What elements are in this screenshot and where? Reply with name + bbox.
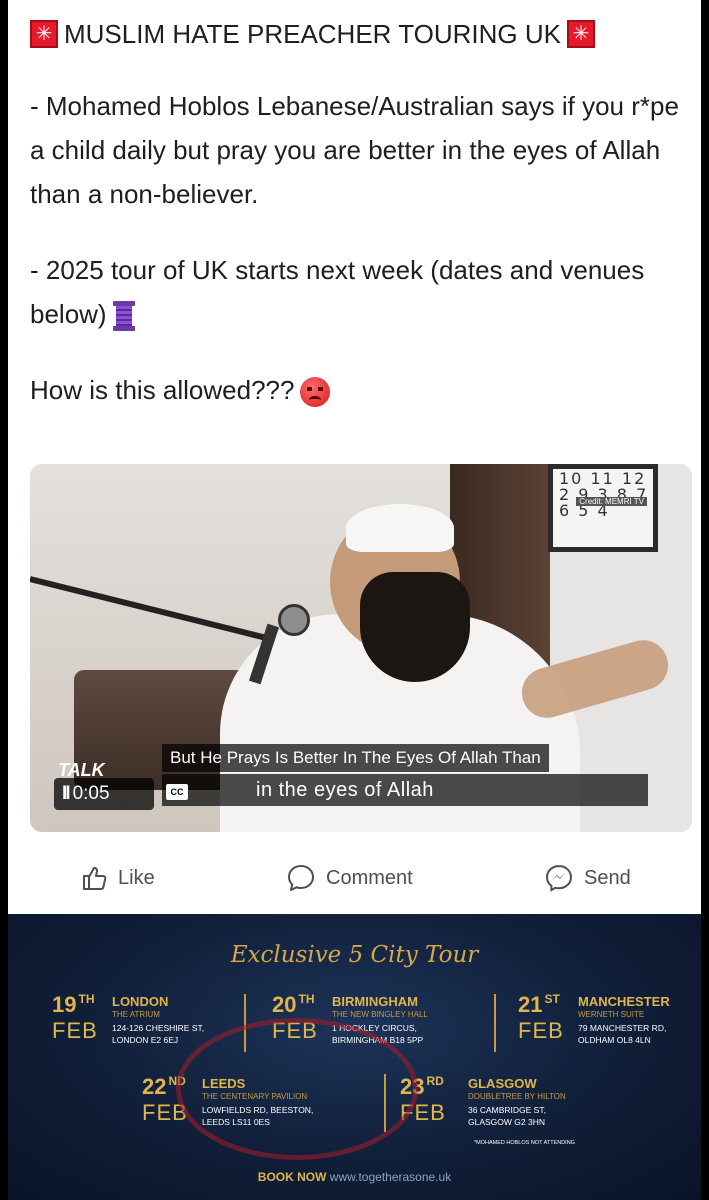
day-suffix: ST	[544, 992, 560, 1006]
tour-month: FEB	[52, 1018, 98, 1043]
play-pause-button[interactable]: II 0:05	[54, 778, 154, 810]
wall-clock: 10 11 12 2 9 3 8 7 6 5 4 Credit: MEMRI T…	[548, 464, 658, 552]
like-label: Like	[118, 866, 155, 889]
clock-digits: 10 11 12 2 9 3 8 7 6 5 4	[559, 469, 649, 520]
microphone-head	[278, 604, 310, 636]
comment-label: Comment	[326, 866, 413, 889]
post-actions: Like Comment Send	[8, 850, 701, 906]
day-suffix: RD	[426, 1074, 444, 1088]
book-url: www.togetherasone.uk	[329, 1170, 452, 1184]
address-line: 79 MANCHESTER RD,	[578, 1023, 667, 1033]
book-now-label: BOOK NOW	[257, 1170, 327, 1184]
send-button[interactable]: Send	[544, 860, 631, 896]
post-headline: MUSLIM HATE PREACHER TOURING UK	[30, 14, 690, 54]
comment-bubble-icon	[288, 865, 314, 891]
attendance-note: *MOHAMED HOBLOS NOT ATTENDING	[474, 1140, 575, 1146]
post-text: MUSLIM HATE PREACHER TOURING UK - Mohame…	[30, 14, 690, 444]
speaker-beard	[360, 572, 470, 682]
city-name: BIRMINGHAM	[332, 994, 418, 1009]
day-number: 22	[142, 1074, 167, 1099]
subtitle-top: But He Prays Is Better In The Eyes Of Al…	[162, 744, 549, 772]
video-credit: Credit: MEMRI TV	[576, 497, 647, 506]
venue-address: 124-126 CHESHIRE ST, LONDON E2 6EJ	[112, 1022, 204, 1046]
poster-title: Exclusive 5 City Tour	[230, 942, 479, 968]
like-button[interactable]: Like	[80, 860, 155, 896]
day-number: 20	[272, 992, 297, 1017]
pause-icon[interactable]: II	[62, 778, 70, 810]
venue-address: 79 MANCHESTER RD, OLDHAM OL8 4LN	[578, 1022, 666, 1046]
tour-month: FEB	[518, 1018, 564, 1043]
speaker-cap	[346, 504, 454, 552]
address-line: OLDHAM OL8 4LN	[578, 1035, 651, 1045]
city-name: MANCHESTER	[578, 994, 670, 1009]
day-number: 21	[518, 992, 543, 1017]
police-light-icon	[566, 20, 595, 48]
address-line: GLASGOW G2 3HN	[468, 1117, 545, 1127]
subtitle-bottom: in the eyes of Allah	[162, 774, 648, 806]
divider	[494, 994, 496, 1052]
city-name: LONDON	[112, 994, 169, 1009]
messenger-icon	[545, 864, 573, 892]
post-paragraph-3: How is this allowed???	[30, 368, 690, 412]
video-player[interactable]: 10 11 12 2 9 3 8 7 6 5 4 Credit: MEMRI T…	[30, 464, 692, 832]
day-suffix: TH	[298, 992, 315, 1006]
tour-day: 20 TH	[272, 992, 314, 1018]
mic-stand	[30, 576, 274, 643]
book-now: BOOK NOW www.togetherasone.uk	[8, 1170, 701, 1184]
thread-spool-icon	[112, 301, 135, 332]
channel-logo: TALK	[58, 760, 105, 780]
post-paragraph-2: - 2025 tour of UK starts next week (date…	[30, 248, 690, 336]
city-name: GLASGOW	[468, 1076, 537, 1091]
comment-button[interactable]: Comment	[286, 860, 413, 896]
post-card: MUSLIM HATE PREACHER TOURING UK - Mohame…	[8, 0, 701, 1200]
address-line: 124-126 CHESHIRE ST,	[112, 1023, 205, 1033]
captions-button[interactable]: CC	[166, 784, 188, 800]
post-paragraph-1: - Mohamed Hoblos Lebanese/Australian say…	[30, 91, 679, 209]
thumbs-up-icon	[83, 867, 107, 890]
send-label: Send	[584, 866, 631, 889]
address-line: 36 CAMBRIDGE ST,	[468, 1105, 546, 1115]
tour-day: 21 ST	[518, 992, 560, 1018]
venue-name: THE ATRIUM	[112, 1010, 160, 1019]
venue-name: DOUBLETREE BY HILTON	[468, 1092, 566, 1101]
tour-poster: Exclusive 5 City Tour 19 TH FEB LONDON TH…	[8, 914, 701, 1200]
venue-address: 36 CAMBRIDGE ST, GLASGOW G2 3HN	[468, 1104, 546, 1128]
day-suffix: TH	[78, 992, 95, 1006]
venue-name: WERNETH SUITE	[578, 1010, 645, 1019]
post-paragraph-3-text: How is this allowed???	[30, 375, 295, 405]
police-light-icon	[30, 20, 58, 48]
tour-day: 19 TH	[52, 992, 94, 1018]
venue-name: THE NEW BINGLEY HALL	[332, 1010, 428, 1019]
video-time: 0:05	[72, 783, 110, 804]
headline-text: MUSLIM HATE PREACHER TOURING UK	[64, 19, 561, 49]
address-line: LONDON E2 6EJ	[112, 1035, 179, 1045]
angry-face-icon	[300, 377, 331, 408]
day-number: 19	[52, 992, 77, 1017]
subtitle-bottom-text: in the eyes of Allah	[256, 779, 434, 801]
highlight-circle	[176, 1018, 418, 1160]
